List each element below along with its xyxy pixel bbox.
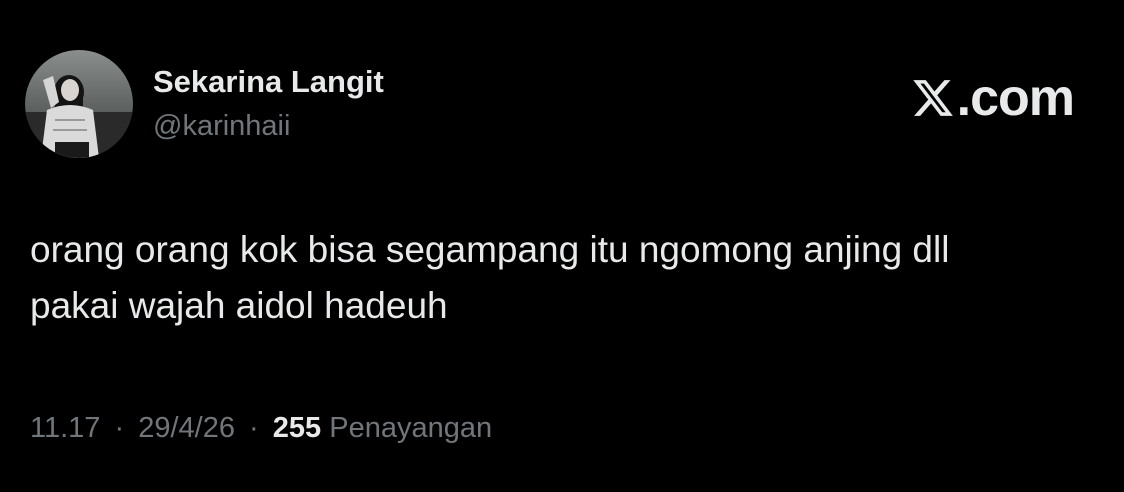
avatar[interactable]	[25, 50, 133, 158]
x-logo-icon	[912, 80, 953, 116]
meta-separator: ·	[114, 412, 125, 444]
tweet-text-line: pakai wajah aidol hadeuh	[30, 285, 448, 326]
tweet-text-line: orang orang kok bisa segampang itu ngomo…	[30, 229, 950, 270]
display-name[interactable]: Sekarina Langit	[153, 64, 384, 100]
meta-separator: ·	[249, 412, 259, 444]
handle[interactable]: @karinhaii	[153, 110, 290, 143]
brand-domain: .com	[956, 69, 1075, 127]
tweet-meta: 11.17 · 29/4/26 · 255 Penayangan	[30, 412, 492, 445]
tweet-text: orang orang kok bisa segampang itu ngomo…	[30, 222, 1100, 334]
brand-watermark: .com	[911, 68, 1075, 128]
tweet-card: Sekarina Langit @karinhaii .com orang or…	[0, 0, 1124, 492]
views-count[interactable]: 255	[273, 412, 321, 444]
tweet-date[interactable]: 29/4/26	[138, 412, 235, 444]
tweet-time[interactable]: 11.17	[30, 412, 100, 444]
avatar-image	[25, 50, 133, 158]
views-label: Penayangan	[329, 412, 493, 444]
